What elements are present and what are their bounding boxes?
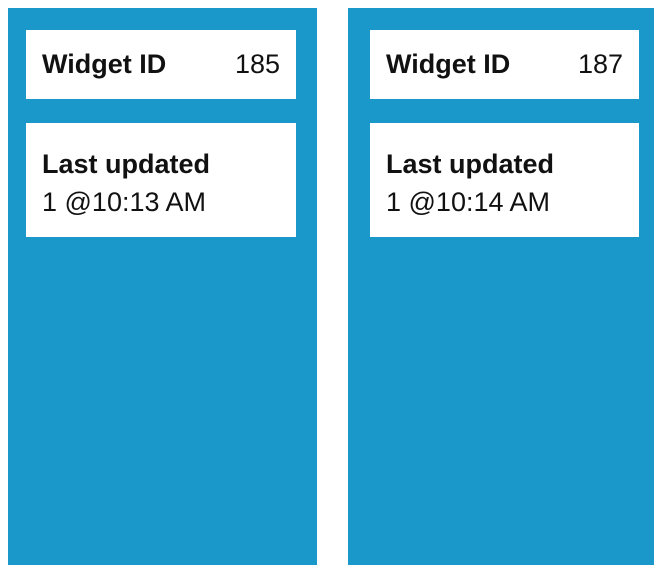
last-updated-card: Last updated 1 @10:14 AM	[370, 123, 639, 237]
widget-panel: Widget ID 185 Last updated 1 @10:13 AM	[8, 8, 317, 565]
last-updated-value: 1 @10:14 AM	[386, 187, 551, 217]
widget-id-value: 185	[234, 49, 280, 79]
widget-panel: Widget ID 187 Last updated 1 @10:14 AM	[348, 8, 654, 565]
last-updated-label: Last updated	[42, 149, 211, 179]
last-updated-card: Last updated 1 @10:13 AM	[26, 123, 296, 237]
last-updated-value: 1 @10:13 AM	[42, 187, 207, 217]
widget-id-card: Widget ID 187	[370, 30, 639, 99]
widget-id-label: Widget ID	[386, 49, 511, 79]
widget-id-label: Widget ID	[42, 49, 167, 79]
last-updated-label: Last updated	[386, 149, 555, 179]
widget-id-value: 187	[577, 49, 623, 79]
widget-id-card: Widget ID 185	[26, 30, 296, 99]
